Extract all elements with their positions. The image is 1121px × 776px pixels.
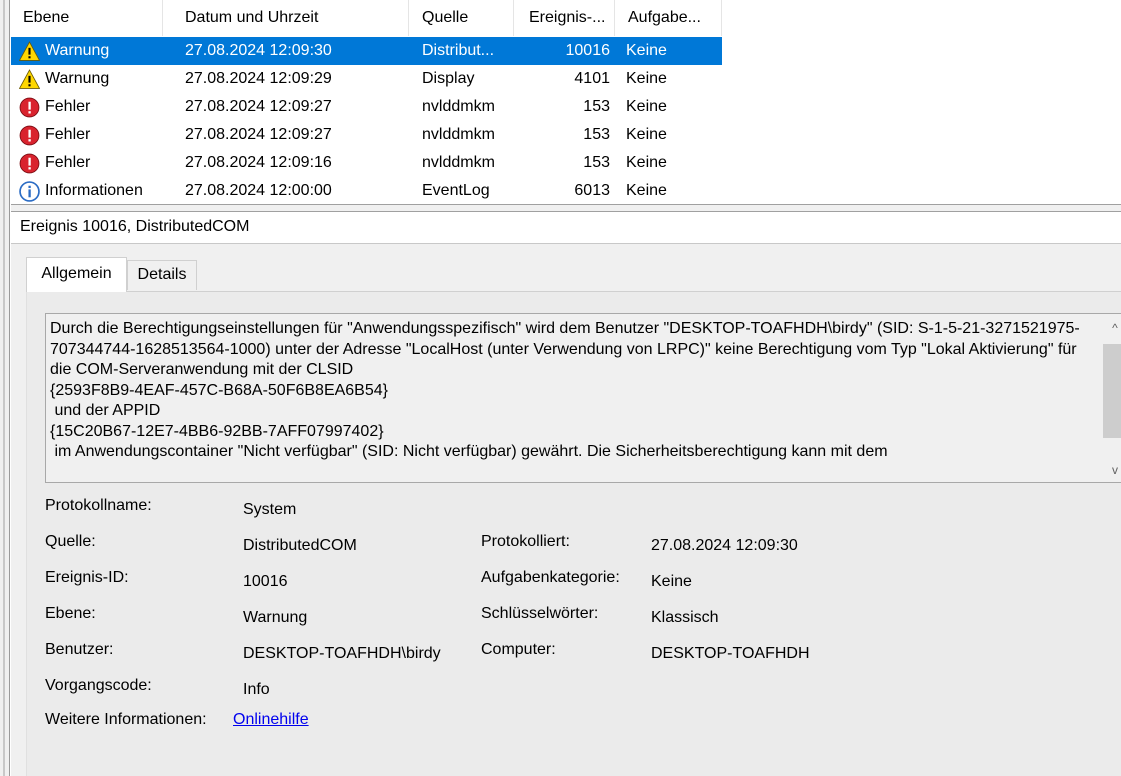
label-protokollname: Protokollname:: [45, 497, 152, 514]
cell-ereignis: 153: [583, 154, 610, 171]
value-aufgabenkategorie: Keine: [651, 573, 692, 590]
event-viewer-window: Ebene Datum und Uhrzeit Quelle Ereignis-…: [0, 0, 1121, 776]
cell-ereignis: 153: [583, 98, 610, 115]
value-vorgangscode: Info: [243, 681, 270, 698]
value-ebene: Warnung: [243, 609, 308, 626]
column-header-ereignis[interactable]: Ereignis-...: [515, 0, 615, 36]
scroll-down-button[interactable]: v: [1103, 458, 1121, 482]
detail-title: Ereignis 10016, DistributedCOM: [11, 212, 1121, 244]
value-protokolliert: 27.08.2024 12:09:30: [651, 537, 798, 554]
cell-quelle: Distribut...: [422, 42, 495, 59]
table-row[interactable]: Informationen 27.08.2024 12:00:00 EventL…: [11, 177, 722, 204]
cell-aufgabe: Keine: [626, 154, 667, 171]
cell-datum: 27.08.2024 12:09:27: [185, 98, 332, 115]
tab-panel-allgemein: Durch die Berechtigungseinstellungen für…: [26, 291, 1121, 776]
value-schluesselwoerter: Klassisch: [651, 609, 719, 626]
table-row[interactable]: Warnung 27.08.2024 12:09:30 Distribut...…: [11, 37, 722, 65]
cell-datum: 27.08.2024 12:09:30: [185, 42, 332, 59]
table-row[interactable]: Fehler 27.08.2024 12:09:27 nvlddmkm 153 …: [11, 121, 722, 149]
cell-datum: 27.08.2024 12:09:16: [185, 154, 332, 171]
label-benutzer: Benutzer:: [45, 641, 114, 658]
label-aufgabenkategorie: Aufgabenkategorie:: [481, 569, 620, 586]
cell-datum: 27.08.2024 12:09:29: [185, 70, 332, 87]
cell-aufgabe: Keine: [626, 182, 667, 199]
table-row[interactable]: Fehler 27.08.2024 12:09:27 nvlddmkm 153 …: [11, 93, 722, 121]
cell-aufgabe: Keine: [626, 70, 667, 87]
column-header-quelle[interactable]: Quelle: [410, 0, 514, 36]
cell-ereignis: 6013: [574, 182, 610, 199]
description-scrollbar[interactable]: ^ v: [1103, 314, 1121, 482]
column-header-ebene[interactable]: Ebene: [11, 0, 163, 36]
label-quelle: Quelle:: [45, 533, 96, 550]
table-row[interactable]: Warnung 27.08.2024 12:09:29 Display 4101…: [11, 65, 722, 93]
label-computer: Computer:: [481, 641, 556, 658]
error-icon: [19, 97, 40, 118]
cell-aufgabe: Keine: [626, 42, 667, 59]
cell-ebene: Fehler: [45, 154, 91, 171]
left-frame-border: [0, 0, 10, 776]
label-vorgangscode: Vorgangscode:: [45, 677, 152, 694]
cell-quelle: nvlddmkm: [422, 98, 495, 115]
column-header-datum[interactable]: Datum und Uhrzeit: [173, 0, 409, 36]
cell-datum: 27.08.2024 12:00:00: [185, 182, 332, 199]
value-benutzer: DESKTOP-TOAFHDH\birdy: [243, 645, 441, 662]
scroll-up-button[interactable]: ^: [1103, 316, 1121, 340]
cell-ebene: Fehler: [45, 98, 91, 115]
error-icon: [19, 153, 40, 174]
scroll-thumb[interactable]: [1103, 344, 1121, 438]
cell-ereignis: 4101: [574, 70, 610, 87]
label-schluesselwoerter: Schlüsselwörter:: [481, 605, 599, 622]
onlinehilfe-link[interactable]: Onlinehilfe: [233, 711, 309, 729]
warning-icon: [19, 41, 40, 61]
cell-aufgabe: Keine: [626, 126, 667, 143]
cell-datum: 27.08.2024 12:09:27: [185, 126, 332, 143]
warning-icon: [19, 69, 40, 89]
cell-quelle: Display: [422, 70, 475, 87]
value-quelle: DistributedCOM: [243, 537, 357, 554]
label-weitere-informationen: Weitere Informationen:: [45, 711, 207, 728]
pane-splitter[interactable]: [11, 204, 1121, 212]
tab-details[interactable]: Details: [127, 260, 197, 290]
label-ebene: Ebene:: [45, 605, 96, 622]
cell-quelle: nvlddmkm: [422, 154, 495, 171]
cell-ebene: Fehler: [45, 126, 91, 143]
list-header: Ebene Datum und Uhrzeit Quelle Ereignis-…: [11, 0, 1121, 36]
value-protokollname: System: [243, 501, 297, 518]
table-row[interactable]: Fehler 27.08.2024 12:09:16 nvlddmkm 153 …: [11, 149, 722, 177]
error-icon: [19, 125, 40, 146]
cell-quelle: EventLog: [422, 182, 490, 199]
cell-aufgabe: Keine: [626, 98, 667, 115]
column-header-aufgabe[interactable]: Aufgabe...: [616, 0, 722, 36]
label-protokolliert: Protokolliert:: [481, 533, 570, 550]
value-ereignis-id: 10016: [243, 573, 288, 590]
info-icon: [19, 181, 40, 202]
cell-ebene: Warnung: [45, 70, 110, 87]
value-computer: DESKTOP-TOAFHDH: [651, 645, 810, 662]
event-detail-pane: Ereignis 10016, DistributedCOM Allgemein…: [11, 212, 1121, 776]
description-textbox[interactable]: Durch die Berechtigungseinstellungen für…: [45, 313, 1121, 483]
tab-allgemein[interactable]: Allgemein: [26, 257, 127, 292]
cell-ebene: Informationen: [45, 182, 143, 199]
label-ereignis-id: Ereignis-ID:: [45, 569, 129, 586]
cell-ebene: Warnung: [45, 42, 110, 59]
description-text: Durch die Berechtigungseinstellungen für…: [50, 320, 1080, 460]
cell-quelle: nvlddmkm: [422, 126, 495, 143]
cell-ereignis: 10016: [565, 42, 611, 59]
event-list: Ebene Datum und Uhrzeit Quelle Ereignis-…: [11, 0, 1121, 204]
cell-ereignis: 153: [583, 126, 610, 143]
